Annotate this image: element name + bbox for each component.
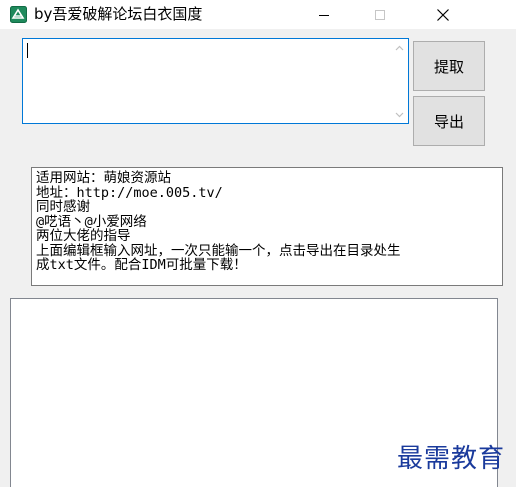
export-button[interactable]: 导出 (413, 96, 485, 146)
scroll-down-button[interactable] (391, 106, 408, 123)
info-line-credits: @呓语丶@小爱网络 (36, 213, 147, 230)
app-logo-icon (10, 6, 27, 23)
title-bar[interactable]: by吾爱破解论坛白衣国度 (0, 0, 516, 29)
input-scrollbar[interactable] (391, 39, 408, 123)
info-line-usage-cont: 成txt文件。配合IDM可批量下载！ (36, 257, 247, 273)
minimize-icon (319, 14, 329, 16)
info-line-usage: 上面编辑框输入网址，一次只能输一个，点击导出在目录处生 (36, 242, 401, 259)
chevron-down-icon (395, 112, 404, 117)
text-caret (27, 43, 28, 58)
scroll-up-button[interactable] (391, 39, 408, 56)
minimize-button[interactable] (301, 0, 347, 29)
chevron-up-icon (395, 45, 404, 50)
info-line-site: 适用网站：萌娘资源站 (36, 170, 171, 186)
close-button[interactable] (420, 0, 466, 29)
extract-button[interactable]: 提取 (413, 41, 485, 91)
close-icon (437, 8, 449, 21)
info-line-guidance: 两位大佬的指导 (36, 228, 131, 244)
maximize-icon (375, 9, 385, 20)
url-input[interactable] (22, 38, 409, 124)
maximize-button[interactable] (357, 0, 403, 29)
info-line-address: 地址：http://moe.005.tv/ (36, 184, 223, 201)
info-text-box: 适用网站：萌娘资源站 地址：http://moe.005.tv/ 同时感谢 @呓… (31, 167, 503, 286)
window-title: by吾爱破解论坛白衣国度 (34, 5, 203, 23)
watermark-text: 最需教育 (397, 444, 506, 474)
info-line-thanks: 同时感谢 (36, 199, 90, 215)
